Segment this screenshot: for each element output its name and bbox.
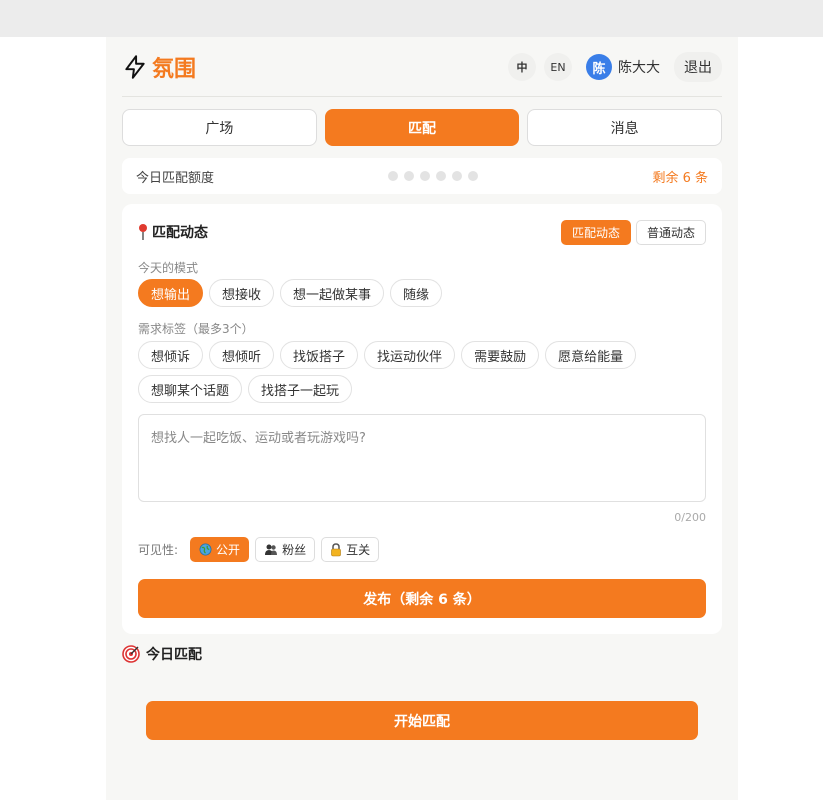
app-container: 氛围 中 EN 陈 陈大大 退出 广场 匹配 消息 今日匹配额度 剩余 6 条 (106, 37, 738, 800)
quota-label: 今日匹配额度 (136, 170, 215, 186)
visibility-mutual-button[interactable]: 互关 (321, 537, 380, 562)
post-textarea[interactable] (139, 415, 705, 501)
lang-zh-button[interactable]: 中 (508, 53, 536, 81)
start-match-button[interactable]: 开始匹配 (146, 701, 698, 740)
header-actions: 中 EN 陈 陈大大 退出 (508, 52, 722, 82)
quota-dot (420, 171, 431, 181)
tab-match[interactable]: 匹配 (324, 109, 520, 146)
tag-chip[interactable]: 找饭搭子 (280, 341, 359, 369)
visibility-options: 可见性: 公开 粉丝 互关 (138, 537, 380, 562)
quota-dot (404, 171, 415, 181)
quota-dot (388, 171, 399, 181)
visibility-public-label: 公开 (216, 543, 241, 557)
mode-label: 今天的模式 (138, 261, 199, 275)
browser-top-bar (0, 0, 823, 37)
avatar[interactable]: 陈 (586, 54, 612, 80)
post-card-title-text: 匹配动态 (152, 225, 208, 241)
today-match-title: 今日匹配 (146, 647, 202, 663)
tab-messages[interactable]: 消息 (527, 109, 723, 146)
globe-icon (199, 543, 212, 556)
logo-text: 氛围 (152, 57, 197, 82)
logo[interactable]: 氛围 (122, 51, 196, 83)
tag-chip[interactable]: 想倾诉 (138, 341, 204, 369)
mode-chip[interactable]: 想接收 (209, 279, 275, 307)
mode-chip[interactable]: 想输出 (138, 279, 204, 307)
post-card-title: 匹配动态 (136, 222, 208, 242)
tag-chip[interactable]: 想倾听 (209, 341, 275, 369)
mode-chips: 想输出 想接收 想一起做某事 随缘 (138, 279, 658, 307)
lang-en-button[interactable]: EN (544, 53, 572, 81)
today-match-heading: 今日匹配 (122, 644, 202, 664)
main-tabs: 广场 匹配 消息 (122, 109, 723, 146)
normal-post-button[interactable]: 普通动态 (635, 220, 706, 245)
tag-chip[interactable]: 愿意给能量 (545, 341, 637, 369)
post-type-switch: 匹配动态 普通动态 (560, 220, 706, 245)
quota-bar: 今日匹配额度 剩余 6 条 (122, 158, 722, 194)
header-divider (122, 96, 722, 97)
visibility-mutual-label: 互关 (346, 543, 371, 557)
publish-button[interactable]: 发布（剩余 6 条） (138, 579, 706, 618)
lock-icon (330, 542, 342, 557)
visibility-public-button[interactable]: 公开 (190, 537, 250, 562)
quota-dots (388, 171, 479, 181)
mode-chip[interactable]: 随缘 (390, 279, 443, 307)
quota-dot (436, 171, 447, 181)
tag-chip[interactable]: 需要鼓励 (461, 341, 540, 369)
tags-label: 需求标签（最多3个） (138, 322, 254, 336)
match-post-button[interactable]: 匹配动态 (560, 220, 631, 245)
tab-plaza[interactable]: 广场 (122, 109, 317, 146)
people-icon (264, 543, 278, 556)
quota-dot (468, 171, 479, 181)
post-card: 匹配动态 匹配动态 普通动态 今天的模式 想输出 想接收 想一起做某事 随缘 需… (122, 204, 722, 634)
target-icon (122, 645, 140, 663)
post-textarea-wrap (138, 414, 706, 502)
char-counter: 0/200 (674, 511, 706, 524)
visibility-label: 可见性: (138, 543, 179, 557)
mode-chip[interactable]: 想一起做某事 (280, 279, 385, 307)
pin-icon (136, 223, 150, 241)
visibility-fans-button[interactable]: 粉丝 (255, 537, 316, 562)
tag-chip[interactable]: 找搭子一起玩 (248, 375, 353, 403)
quota-remaining: 剩余 6 条 (652, 170, 708, 186)
tag-chips: 想倾诉 想倾听 找饭搭子 找运动伙伴 需要鼓励 愿意给能量 想聊某个话题 找搭子… (138, 341, 658, 403)
logout-button[interactable]: 退出 (674, 52, 722, 82)
username[interactable]: 陈大大 (618, 57, 660, 77)
header: 氛围 中 EN 陈 陈大大 退出 (122, 47, 722, 87)
tag-chip[interactable]: 找运动伙伴 (364, 341, 456, 369)
visibility-fans-label: 粉丝 (282, 543, 307, 557)
lightning-icon (122, 54, 148, 80)
tag-chip[interactable]: 想聊某个话题 (138, 375, 243, 403)
quota-dot (452, 171, 463, 181)
